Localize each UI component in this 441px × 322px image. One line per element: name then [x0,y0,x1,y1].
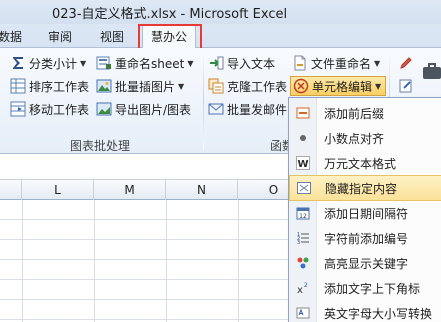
case-convert-icon [289,306,317,320]
export-picture-label: 导出图片/图表 [115,102,192,117]
svg-text:x: x [297,285,303,295]
group-separator [203,52,204,150]
menu-item-label: 英文字母大小写转换 [324,306,433,321]
cell-edit-button[interactable]: 单元格编辑 ▼ [290,76,387,96]
svg-text:2: 2 [304,282,308,289]
column-header-m[interactable]: M [94,180,166,200]
decimal-dot-icon [289,131,317,145]
column-header-l[interactable]: L [22,180,94,200]
menu-item-add-numbering[interactable]: 123 字符前添加编号 [289,225,441,251]
tab-review[interactable]: 审阅 [48,28,72,45]
file-rename-button[interactable]: 文件重命名 ▼ [292,53,380,73]
chevron-down-icon: ▼ [178,81,185,91]
edit-tool-button[interactable] [398,76,417,96]
chevron-down-icon: ▼ [374,58,381,68]
clone-sheet-label: 克隆工作表 [227,79,288,94]
menu-item-hide-content[interactable]: 隐藏指定内容 [289,175,441,201]
chevron-down-icon: ▼ [375,81,382,91]
svg-text:3: 3 [297,240,300,245]
group-label-chart-batch: 图表批处理 [70,139,131,153]
sort-sheets-button[interactable]: 排序工作表 [10,76,89,96]
subtotal-button[interactable]: 分类小计 ▼ [10,53,86,73]
cell-edit-label: 单元格编辑 [312,79,373,94]
rename-sheet-button[interactable]: 重命名sheet ▼ [96,53,194,73]
svg-text:12: 12 [299,213,307,220]
menu-item-label: 隐藏指定内容 [325,181,398,196]
export-picture-icon [96,101,112,117]
hide-content-icon [290,181,318,195]
move-sheets-label: 移动工作表 [29,102,90,117]
chevron-down-icon: ▼ [187,58,194,68]
clone-sheet-icon [208,78,224,94]
chevron-down-icon: ▼ [80,58,87,68]
menu-item-highlight-keyword[interactable]: 高亮显示关键字 [289,250,441,276]
menu-item-add-prefix-suffix[interactable]: 添加前后缀 [289,100,441,126]
toolbox-button[interactable] [422,56,441,86]
clone-sheet-button[interactable]: 克隆工作表 [208,76,287,96]
tab-huibangong[interactable]: 慧办公 [142,24,197,49]
edit-icon [398,78,414,94]
move-sheets-button[interactable]: 移动工作表 [10,99,89,119]
rename-sheet-icon [96,55,112,71]
menu-item-decimal-align[interactable]: 小数点对齐 [289,125,441,151]
menu-item-case-convert[interactable]: 英文字母大小写转换 [289,300,441,322]
batch-insert-pictures-button[interactable]: 批量插图片 ▼ [96,76,184,96]
column-header-n[interactable]: N [166,180,238,200]
import-text-icon [208,55,224,71]
batch-email-label: 批量发邮件 [227,102,288,117]
menu-item-label: 万元文本格式 [324,156,397,171]
batch-email-button[interactable]: 批量发邮件 [208,99,287,119]
menu-item-label: 高亮显示关键字 [324,256,409,271]
title-bar: 023-自定义格式.xlsx - Microsoft Excel [0,0,441,24]
select-all-corner[interactable] [0,180,22,200]
import-text-button[interactable]: 导入文本 [208,53,275,73]
numbering-icon: 123 [289,231,317,245]
menu-item-label: 添加文字上下角标 [324,281,421,296]
subtotal-label: 分类小计 [29,56,78,71]
menu-item-superscript[interactable]: x2 添加文字上下角标 [289,275,441,301]
svg-text:W: W [297,159,308,170]
menu-item-wan-yuan-format[interactable]: W 万元文本格式 [289,150,441,176]
add-prefix-suffix-icon [289,106,317,120]
highlight-keyword-icon [289,256,317,270]
cell-edit-icon [293,78,309,94]
insert-pictures-icon [96,78,112,94]
word-w-icon: W [289,156,317,170]
superscript-icon: x2 [289,281,317,295]
tab-data[interactable]: 数据 [0,28,22,45]
move-sheets-icon [10,101,26,117]
tab-view[interactable]: 视图 [100,28,124,45]
menu-item-label: 添加前后缀 [324,106,385,121]
import-text-label: 导入文本 [227,56,276,71]
menu-item-label: 小数点对齐 [324,131,385,146]
menu-item-label: 添加日期间隔符 [324,206,409,221]
menu-item-date-separator[interactable]: 12 添加日期间隔符 [289,200,441,226]
mail-icon [208,101,224,117]
sort-sheets-label: 排序工作表 [29,79,90,94]
ribbon-tabs: 数据 审阅 视图 慧办公 [0,24,441,49]
briefcase-icon [422,61,441,81]
cell-edit-dropdown-menu: 添加前后缀 小数点对齐 W 万元文本格式 隐藏指定内容 12 添加日期间隔符 1… [288,97,441,322]
sort-sheets-icon [10,78,26,94]
file-rename-label: 文件重命名 [311,56,372,71]
window-title: 023-自定义格式.xlsx - Microsoft Excel [52,7,288,22]
file-rename-icon [292,55,308,71]
export-picture-button[interactable]: 导出图片/图表 [96,99,191,119]
pen-tool-button[interactable] [398,53,417,73]
pen-icon [398,55,414,71]
batch-insert-pictures-label: 批量插图片 [115,79,176,94]
menu-item-label: 字符前添加编号 [324,231,409,246]
rename-sheet-label: 重命名sheet [115,56,185,71]
date-separator-icon: 12 [289,206,317,220]
sigma-icon [10,55,26,71]
